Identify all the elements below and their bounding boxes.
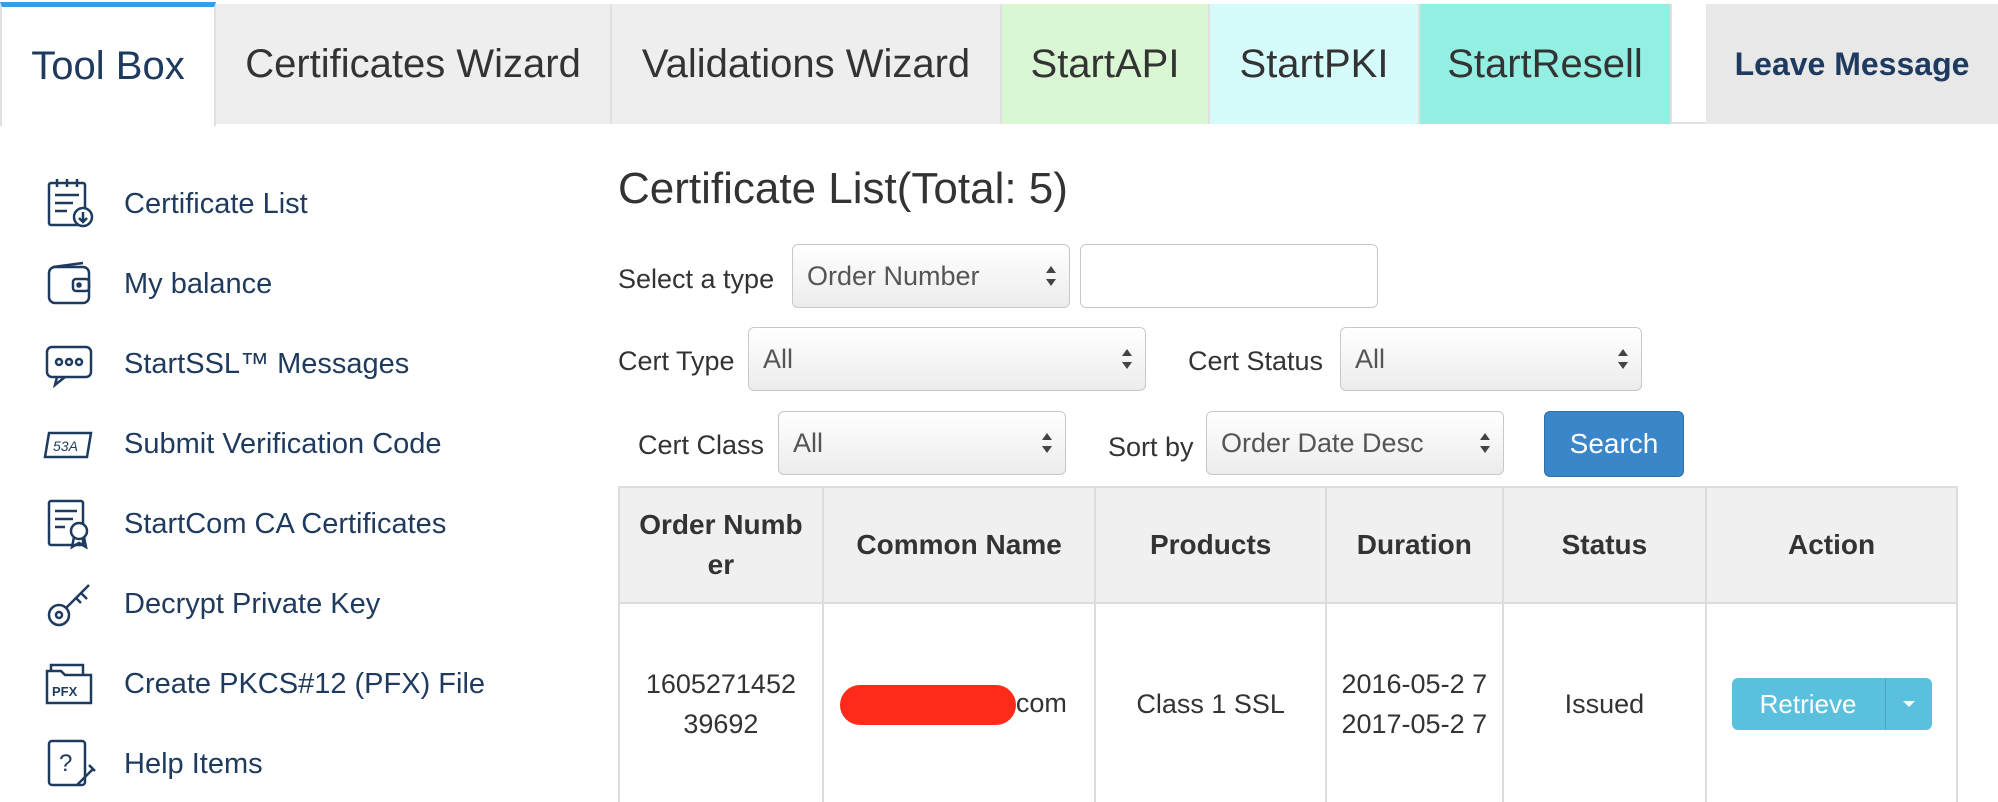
table-row: 1605271452 39692 com Class 1 SSL 2016-05… bbox=[618, 602, 1958, 802]
product-cell: Class 1 SSL bbox=[1094, 602, 1327, 802]
common-name-cell: com bbox=[821, 602, 1097, 802]
sidebar-item-messages[interactable]: StartSSL™ Messages bbox=[40, 329, 580, 399]
header-status: Status bbox=[1501, 486, 1708, 604]
tab-validations-wizard[interactable]: Validations Wizard bbox=[612, 4, 1002, 124]
svg-text:?: ? bbox=[59, 750, 72, 777]
sidebar-item-startcom-ca-certificates[interactable]: StartCom CA Certificates bbox=[40, 489, 580, 559]
sidebar-item-label: Help Items bbox=[124, 747, 263, 780]
sidebar-item-my-balance[interactable]: My balance bbox=[40, 249, 580, 319]
message-icon bbox=[40, 334, 100, 394]
header-common-name: Common Name bbox=[821, 486, 1097, 604]
cert-class-value: All bbox=[793, 427, 824, 458]
table-header-row: Order Numb er Common Name Products Durat… bbox=[618, 486, 1958, 604]
retrieve-dropdown-toggle[interactable] bbox=[1885, 678, 1932, 730]
cert-type-label: Cert Type bbox=[618, 346, 735, 376]
cert-status-value: All bbox=[1355, 343, 1386, 374]
cert-class-dropdown[interactable]: All bbox=[778, 411, 1066, 475]
sort-by-dropdown[interactable]: Order Date Desc bbox=[1206, 411, 1504, 475]
sidebar: Certificate List My balance StartSSL™ Me… bbox=[0, 124, 600, 802]
sidebar-item-decrypt-private-key[interactable]: Decrypt Private Key bbox=[40, 569, 580, 639]
retrieve-button[interactable]: Retrieve bbox=[1731, 678, 1886, 730]
duration-cell: 2016-05-2 7 2017-05-2 7 bbox=[1324, 602, 1504, 802]
svg-text:53A: 53A bbox=[53, 438, 78, 454]
select-arrows-icon bbox=[1480, 433, 1490, 453]
select-arrows-icon bbox=[1042, 433, 1052, 453]
sidebar-item-label: Decrypt Private Key bbox=[124, 587, 381, 620]
duration-start: 2016-05-2 7 bbox=[1341, 669, 1488, 699]
cert-status-dropdown[interactable]: All bbox=[1340, 327, 1642, 391]
duration-end: 2017-05-2 7 bbox=[1341, 709, 1488, 739]
sort-by-value: Order Date Desc bbox=[1221, 427, 1424, 458]
main-content: Certificate List(Total: 5) Select a type… bbox=[618, 124, 1998, 802]
search-button[interactable]: Search bbox=[1544, 411, 1684, 477]
page-title: Certificate List(Total: 5) bbox=[618, 164, 1068, 213]
header-action: Action bbox=[1705, 486, 1958, 604]
pfx-folder-icon: PFX bbox=[40, 654, 100, 714]
select-arrows-icon bbox=[1046, 266, 1056, 286]
tab-startresell[interactable]: StartResell bbox=[1420, 4, 1672, 124]
ca-certificate-icon bbox=[40, 494, 100, 554]
select-type-value: Order Number bbox=[807, 260, 980, 291]
select-type-label: Select a type bbox=[618, 264, 775, 294]
cert-type-value: All bbox=[763, 343, 794, 374]
common-name-suffix: com bbox=[1015, 688, 1067, 719]
action-cell: Retrieve bbox=[1705, 602, 1958, 802]
select-arrows-icon bbox=[1122, 349, 1132, 369]
tab-startapi[interactable]: StartAPI bbox=[1002, 4, 1210, 124]
sort-by-label: Sort by bbox=[1108, 432, 1194, 462]
sidebar-item-help-items[interactable]: ? Help Items bbox=[40, 729, 580, 799]
sidebar-item-label: Certificate List bbox=[124, 187, 308, 220]
sidebar-item-certificate-list[interactable]: Certificate List bbox=[40, 169, 580, 239]
sidebar-item-label: My balance bbox=[124, 267, 273, 300]
status-cell: Issued bbox=[1501, 602, 1708, 802]
retrieve-button-group: Retrieve bbox=[1731, 678, 1932, 730]
top-tab-bar: Tool Box Certificates Wizard Validations… bbox=[0, 0, 1998, 126]
sidebar-item-label: StartSSL™ Messages bbox=[124, 347, 410, 380]
caret-down-icon bbox=[1902, 701, 1915, 707]
sidebar-item-label: Submit Verification Code bbox=[124, 427, 442, 460]
redaction-mark bbox=[839, 684, 1016, 725]
help-icon: ? bbox=[40, 734, 100, 794]
certificate-table: Order Numb er Common Name Products Durat… bbox=[618, 486, 1958, 802]
header-duration: Duration bbox=[1324, 486, 1504, 604]
order-number-cell: 1605271452 39692 bbox=[618, 602, 824, 802]
sidebar-item-submit-verification-code[interactable]: 53A Submit Verification Code bbox=[40, 409, 580, 479]
header-order-number: Order Numb er bbox=[618, 486, 824, 604]
verification-code-icon: 53A bbox=[40, 414, 100, 474]
cert-class-label: Cert Class bbox=[638, 430, 765, 460]
sidebar-item-label: Create PKCS#12 (PFX) File bbox=[124, 667, 486, 700]
svg-text:PFX: PFX bbox=[52, 684, 78, 699]
sidebar-item-label: StartCom CA Certificates bbox=[124, 507, 447, 540]
header-products: Products bbox=[1094, 486, 1327, 604]
certificate-list-icon bbox=[40, 174, 100, 234]
wallet-icon bbox=[40, 254, 100, 314]
tab-leave-message[interactable]: Leave Message bbox=[1706, 4, 1998, 124]
tab-certificates-wizard[interactable]: Certificates Wizard bbox=[216, 4, 612, 124]
select-type-dropdown[interactable]: Order Number bbox=[792, 244, 1070, 308]
tab-startpki[interactable]: StartPKI bbox=[1210, 4, 1420, 124]
cert-status-label: Cert Status bbox=[1188, 346, 1324, 376]
cert-type-dropdown[interactable]: All bbox=[748, 327, 1146, 391]
select-arrows-icon bbox=[1618, 349, 1628, 369]
search-input[interactable] bbox=[1080, 244, 1378, 308]
sidebar-item-create-pkcs12[interactable]: PFX Create PKCS#12 (PFX) File bbox=[40, 649, 580, 719]
key-icon bbox=[40, 574, 100, 634]
tab-tool-box[interactable]: Tool Box bbox=[0, 2, 216, 126]
